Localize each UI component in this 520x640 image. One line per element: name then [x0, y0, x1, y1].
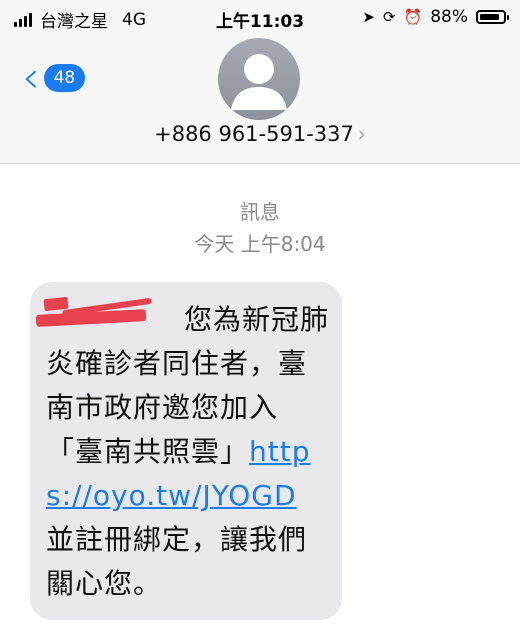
- back-button[interactable]: ‹ 48: [22, 52, 86, 103]
- message-text-after: 並註冊綁定，讓我們關心您。: [46, 523, 308, 600]
- thread-service-label: 訊息: [240, 200, 280, 224]
- status-bar: 台灣之星 4G 上午11:03 ➤ ⟳ ⏰ 88%: [0, 0, 520, 36]
- person-icon: [231, 54, 287, 110]
- location-arrow-icon: ➤: [362, 8, 375, 26]
- battery-icon: [476, 10, 509, 24]
- contact-number-button[interactable]: +886 961-591-337 ›: [0, 122, 520, 146]
- contact-number: +886 961-591-337: [154, 122, 354, 146]
- redaction-mark: [34, 294, 172, 330]
- rotation-lock-icon: ⟳: [382, 8, 396, 26]
- message-text: 您為新冠肺炎確診者同住者，臺南市政府邀您加入「臺南共照雲」https://oyo…: [46, 298, 330, 606]
- unread-count-badge: 48: [43, 64, 86, 92]
- alarm-icon: ⏰: [403, 8, 423, 26]
- chevron-right-icon: ›: [357, 122, 366, 146]
- contact-avatar[interactable]: [218, 38, 300, 120]
- chevron-left-icon: ‹: [22, 52, 40, 103]
- battery-fill: [480, 14, 499, 20]
- message-bubble[interactable]: 您為新冠肺炎確診者同住者，臺南市政府邀您加入「臺南共照雲」https://oyo…: [30, 282, 342, 620]
- conversation-header: ‹ 48 +886 961-591-337 ›: [0, 36, 520, 164]
- thread-timestamp: 今天 上午8:04: [194, 232, 326, 256]
- battery-percent: 88%: [430, 7, 468, 27]
- status-right: ➤ ⟳ ⏰ 88%: [362, 7, 509, 27]
